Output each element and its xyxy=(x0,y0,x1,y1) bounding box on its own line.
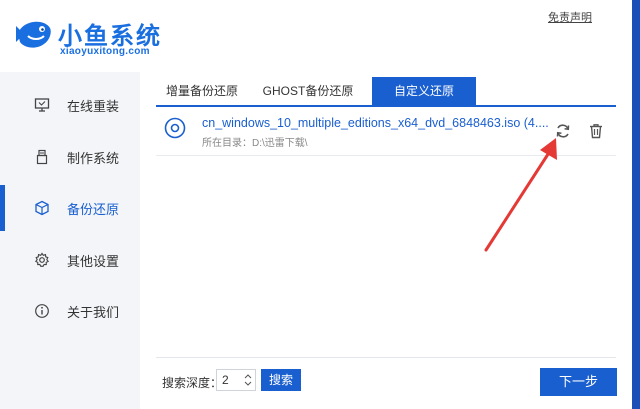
sidebar-item-other-settings[interactable]: 其他设置 xyxy=(0,237,140,283)
disc-icon xyxy=(164,117,186,139)
disclaimer-link[interactable]: 免责声明 xyxy=(548,9,592,25)
cube-icon xyxy=(35,200,49,216)
refresh-icon[interactable] xyxy=(554,122,572,140)
header: 小鱼系统 xiaoyuxitong.com 免责声明 xyxy=(0,0,640,72)
gear-icon xyxy=(34,252,50,268)
file-directory: 所在目录：D:\迅雷下载\ xyxy=(202,138,308,149)
sidebar-item-label: 关于我们 xyxy=(67,304,120,320)
tab-incremental-backup[interactable]: 增量备份还原 xyxy=(156,77,248,105)
window-edge xyxy=(632,0,640,409)
fish-logo-icon xyxy=(16,21,51,48)
sidebar-item-label: 其他设置 xyxy=(67,253,120,269)
sidebar-item-label: 备份还原 xyxy=(67,201,120,217)
app-window: 小鱼系统 xiaoyuxitong.com 免责声明 在线重装 制作系统 备份还… xyxy=(0,0,640,409)
monitor-icon xyxy=(34,98,50,112)
divider xyxy=(156,357,616,358)
main-panel: 增量备份还原 GHOST备份还原 自定义还原 cn_windows_10_mul… xyxy=(140,72,640,409)
file-name: cn_windows_10_multiple_editions_x64_dvd_… xyxy=(202,116,549,130)
tab-bar: 增量备份还原 GHOST备份还原 自定义还原 xyxy=(156,77,616,107)
spinner-arrows-icon[interactable] xyxy=(244,373,252,387)
sidebar-item-make-system[interactable]: 制作系统 xyxy=(0,134,140,180)
sidebar-item-about-us[interactable]: 关于我们 xyxy=(0,288,140,334)
sidebar: 在线重装 制作系统 备份还原 其他设置 关于我们 xyxy=(0,72,140,409)
list-item[interactable]: cn_windows_10_multiple_editions_x64_dvd_… xyxy=(156,112,616,156)
sidebar-item-backup-restore[interactable]: 备份还原 xyxy=(0,185,140,231)
app-subtitle: xiaoyuxitong.com xyxy=(60,46,150,57)
tab-ghost-backup[interactable]: GHOST备份还原 xyxy=(256,77,360,105)
search-depth-stepper[interactable]: 2 xyxy=(216,369,256,391)
trash-icon[interactable] xyxy=(587,122,605,140)
info-icon xyxy=(35,304,49,318)
search-button[interactable]: 搜索 xyxy=(261,369,301,391)
search-depth-value: 2 xyxy=(222,373,229,387)
search-depth-label: 搜索深度： xyxy=(162,376,223,390)
next-button[interactable]: 下一步 xyxy=(540,368,617,396)
sidebar-item-label: 在线重装 xyxy=(67,98,120,114)
usb-icon xyxy=(36,149,48,165)
sidebar-item-label: 制作系统 xyxy=(67,150,120,166)
sidebar-item-online-reinstall[interactable]: 在线重装 xyxy=(0,82,140,128)
tab-custom-restore[interactable]: 自定义还原 xyxy=(372,77,476,105)
